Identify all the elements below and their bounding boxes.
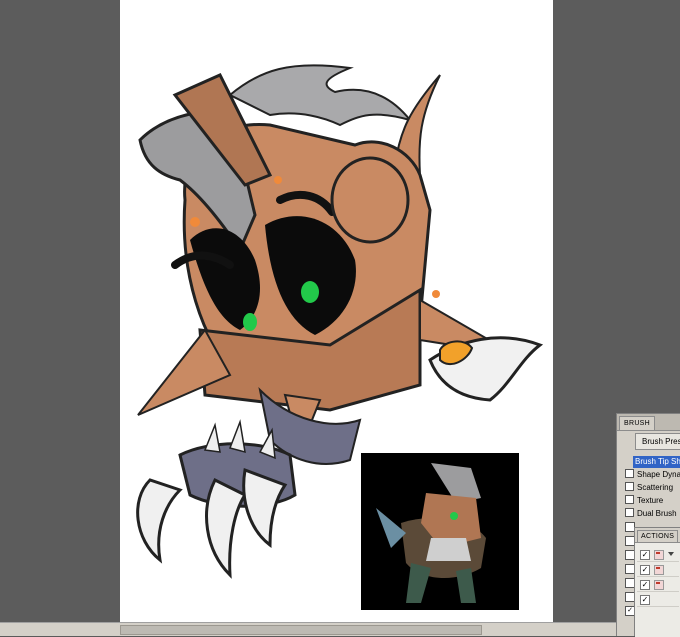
dialog-toggle-icon[interactable] xyxy=(654,580,664,590)
horizontal-scrollbar[interactable] xyxy=(0,622,616,636)
thumb-skirt xyxy=(426,538,471,561)
option-label: Shape Dynamic xyxy=(637,470,680,479)
check-icon[interactable]: ✓ xyxy=(640,565,650,575)
eye-left xyxy=(243,313,257,331)
hair-tuft xyxy=(228,64,413,127)
brush-option-scattering[interactable]: Scattering xyxy=(625,481,673,494)
thumb-eye xyxy=(450,512,458,520)
paw-spike xyxy=(229,419,246,454)
helmet-plate xyxy=(330,156,410,244)
expand-triangle-icon[interactable] xyxy=(668,552,674,556)
brush-option-tip-shape[interactable]: Brush Tip Sha xyxy=(633,456,680,468)
claw xyxy=(205,477,248,579)
option-label: Scattering xyxy=(637,483,674,492)
claw xyxy=(242,467,288,549)
option-label: Dual Brush xyxy=(637,509,677,518)
checkbox[interactable] xyxy=(625,508,634,517)
dialog-toggle-icon[interactable] xyxy=(654,565,664,575)
check-icon[interactable]: ✓ xyxy=(640,595,650,605)
brush-option-texture[interactable]: Texture xyxy=(625,494,663,507)
actions-panel: ACTIONS ✓ ✓ ✓ ✓ xyxy=(634,527,680,637)
action-row[interactable]: ✓ xyxy=(637,547,679,562)
dialog-toggle-icon[interactable] xyxy=(654,550,664,560)
paw-spike xyxy=(203,422,221,453)
checkbox[interactable] xyxy=(625,469,634,478)
brush-presets-button[interactable]: Brush Preset xyxy=(635,433,680,450)
accent-dot xyxy=(274,176,282,184)
check-icon[interactable]: ✓ xyxy=(640,580,650,590)
brush-option-dual-brush[interactable]: Dual Brush xyxy=(625,507,677,520)
brush-option-shape-dynamics[interactable]: Shape Dynamic xyxy=(625,468,680,481)
scrollbar-thumb[interactable] xyxy=(120,625,482,635)
accent-dot xyxy=(190,217,200,227)
reference-thumbnail xyxy=(361,453,519,610)
option-label: Texture xyxy=(637,496,664,505)
check-icon[interactable]: ✓ xyxy=(640,550,650,560)
action-row[interactable]: ✓ xyxy=(637,577,679,592)
tab-brush[interactable]: BRUSH xyxy=(619,416,656,430)
accent-dot xyxy=(432,290,440,298)
eye-right xyxy=(301,281,319,303)
thumb-fin xyxy=(376,508,406,548)
tab-actions[interactable]: ACTIONS xyxy=(637,530,679,542)
thumbnail-creature xyxy=(376,463,486,603)
brush-panel-tabbar: BRUSH xyxy=(617,414,680,431)
actions-list: ✓ ✓ ✓ ✓ xyxy=(635,542,680,637)
action-row[interactable]: ✓ xyxy=(637,562,679,577)
checkbox[interactable] xyxy=(625,495,634,504)
claw xyxy=(136,478,183,564)
checkbox[interactable] xyxy=(625,482,634,491)
action-row[interactable]: ✓ xyxy=(637,592,679,607)
